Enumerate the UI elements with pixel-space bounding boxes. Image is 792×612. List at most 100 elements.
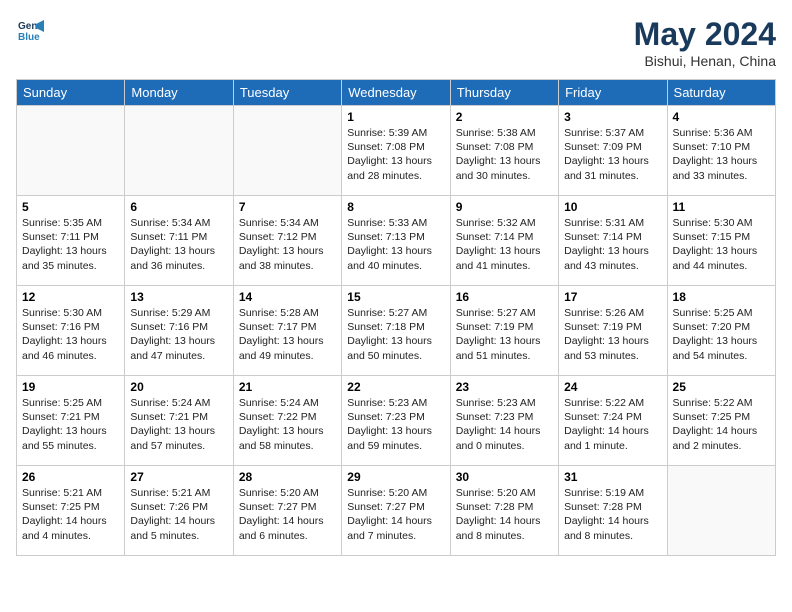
calendar-cell-4-7: 25 Sunrise: 5:22 AM Sunset: 7:25 PM Dayli… bbox=[667, 376, 775, 466]
header-friday: Friday bbox=[559, 80, 667, 106]
week-row-1: 1Sunrise: 5:39 AM Sunset: 7:08 PM Daylig… bbox=[17, 106, 776, 196]
calendar-cell-5-3: 28Sunrise: 5:20 AM Sunset: 7:27 PM Dayli… bbox=[233, 466, 341, 556]
calendar-cell-3-1: 12 Sunrise: 5:30 AM Sunset: 7:16 PM Dayli… bbox=[17, 286, 125, 376]
calendar-cell-5-2: 27 Sunrise: 5:21 AM Sunset: 7:26 PM Dayli… bbox=[125, 466, 233, 556]
day-number: 19 bbox=[22, 380, 119, 394]
calendar-cell-3-4: 15 Sunrise: 5:27 AM Sunset: 7:18 PM Dayli… bbox=[342, 286, 450, 376]
calendar-cell-1-6: 3 Sunrise: 5:37 AM Sunset: 7:09 PM Daylig… bbox=[559, 106, 667, 196]
day-info: Sunrise: 5:32 AM Sunset: 7:14 PM Dayligh… bbox=[456, 216, 553, 273]
day-info: Sunrise: 5:27 AM Sunset: 7:19 PM Dayligh… bbox=[456, 306, 553, 363]
day-number: 2 bbox=[456, 110, 553, 124]
day-number: 16 bbox=[456, 290, 553, 304]
calendar-cell-5-4: 29 Sunrise: 5:20 AM Sunset: 7:27 PM Dayli… bbox=[342, 466, 450, 556]
header-saturday: Saturday bbox=[667, 80, 775, 106]
day-number: 27 bbox=[130, 470, 227, 484]
day-info: Sunrise: 5:33 AM Sunset: 7:13 PM Dayligh… bbox=[347, 216, 444, 273]
day-info: Sunrise: 5:22 AM Sunset: 7:25 PM Dayligh… bbox=[673, 396, 770, 453]
day-number: 12 bbox=[22, 290, 119, 304]
day-info: Sunrise: 5:20 AM Sunset: 7:27 PM Dayligh… bbox=[347, 486, 444, 543]
day-number: 25 bbox=[673, 380, 770, 394]
day-number: 23 bbox=[456, 380, 553, 394]
header-monday: Monday bbox=[125, 80, 233, 106]
day-number: 18 bbox=[673, 290, 770, 304]
day-info: Sunrise: 5:20 AM Sunset: 7:28 PM Dayligh… bbox=[456, 486, 553, 543]
day-number: 1 bbox=[347, 110, 444, 124]
day-number: 14 bbox=[239, 290, 336, 304]
day-info: Sunrise: 5:23 AM Sunset: 7:23 PM Dayligh… bbox=[347, 396, 444, 453]
day-number: 6 bbox=[130, 200, 227, 214]
day-info: Sunrise: 5:23 AM Sunset: 7:23 PM Dayligh… bbox=[456, 396, 553, 453]
day-info: Sunrise: 5:31 AM Sunset: 7:14 PM Dayligh… bbox=[564, 216, 661, 273]
week-row-3: 12 Sunrise: 5:30 AM Sunset: 7:16 PM Dayli… bbox=[17, 286, 776, 376]
calendar-cell-4-3: 21 Sunrise: 5:24 AM Sunset: 7:22 PM Dayli… bbox=[233, 376, 341, 466]
header-tuesday: Tuesday bbox=[233, 80, 341, 106]
day-info: Sunrise: 5:37 AM Sunset: 7:09 PM Dayligh… bbox=[564, 126, 661, 183]
calendar-cell-3-2: 13 Sunrise: 5:29 AM Sunset: 7:16 PM Dayli… bbox=[125, 286, 233, 376]
day-number: 24 bbox=[564, 380, 661, 394]
header-thursday: Thursday bbox=[450, 80, 558, 106]
calendar-cell-4-6: 24 Sunrise: 5:22 AM Sunset: 7:24 PM Dayli… bbox=[559, 376, 667, 466]
day-info: Sunrise: 5:34 AM Sunset: 7:12 PM Dayligh… bbox=[239, 216, 336, 273]
calendar-cell-3-7: 18 Sunrise: 5:25 AM Sunset: 7:20 PM Dayli… bbox=[667, 286, 775, 376]
day-info: Sunrise: 5:22 AM Sunset: 7:24 PM Dayligh… bbox=[564, 396, 661, 453]
day-number: 17 bbox=[564, 290, 661, 304]
calendar-cell-2-4: 8 Sunrise: 5:33 AM Sunset: 7:13 PM Daylig… bbox=[342, 196, 450, 286]
day-info: Sunrise: 5:29 AM Sunset: 7:16 PM Dayligh… bbox=[130, 306, 227, 363]
calendar-cell-1-7: 4Sunrise: 5:36 AM Sunset: 7:10 PM Daylig… bbox=[667, 106, 775, 196]
calendar-cell-4-4: 22 Sunrise: 5:23 AM Sunset: 7:23 PM Dayli… bbox=[342, 376, 450, 466]
calendar-subtitle: Bishui, Henan, China bbox=[634, 53, 776, 69]
header-wednesday: Wednesday bbox=[342, 80, 450, 106]
day-info: Sunrise: 5:30 AM Sunset: 7:16 PM Dayligh… bbox=[22, 306, 119, 363]
calendar-cell-3-3: 14 Sunrise: 5:28 AM Sunset: 7:17 PM Dayli… bbox=[233, 286, 341, 376]
logo: General Blue bbox=[16, 16, 44, 44]
calendar-cell-2-6: 10 Sunrise: 5:31 AM Sunset: 7:14 PM Dayli… bbox=[559, 196, 667, 286]
day-info: Sunrise: 5:19 AM Sunset: 7:28 PM Dayligh… bbox=[564, 486, 661, 543]
day-info: Sunrise: 5:24 AM Sunset: 7:21 PM Dayligh… bbox=[130, 396, 227, 453]
calendar-cell-4-1: 19 Sunrise: 5:25 AM Sunset: 7:21 PM Dayli… bbox=[17, 376, 125, 466]
day-info: Sunrise: 5:25 AM Sunset: 7:20 PM Dayligh… bbox=[673, 306, 770, 363]
calendar-cell-1-2 bbox=[125, 106, 233, 196]
day-number: 21 bbox=[239, 380, 336, 394]
day-number: 15 bbox=[347, 290, 444, 304]
calendar-title: May 2024 bbox=[634, 16, 776, 53]
day-info: Sunrise: 5:34 AM Sunset: 7:11 PM Dayligh… bbox=[130, 216, 227, 273]
day-number: 20 bbox=[130, 380, 227, 394]
header-sunday: Sunday bbox=[17, 80, 125, 106]
day-info: Sunrise: 5:24 AM Sunset: 7:22 PM Dayligh… bbox=[239, 396, 336, 453]
day-info: Sunrise: 5:27 AM Sunset: 7:18 PM Dayligh… bbox=[347, 306, 444, 363]
day-info: Sunrise: 5:26 AM Sunset: 7:19 PM Dayligh… bbox=[564, 306, 661, 363]
calendar-cell-1-5: 2 Sunrise: 5:38 AM Sunset: 7:08 PM Daylig… bbox=[450, 106, 558, 196]
calendar-cell-3-6: 17 Sunrise: 5:26 AM Sunset: 7:19 PM Dayli… bbox=[559, 286, 667, 376]
calendar-cell-2-1: 5Sunrise: 5:35 AM Sunset: 7:11 PM Daylig… bbox=[17, 196, 125, 286]
calendar-cell-1-4: 1Sunrise: 5:39 AM Sunset: 7:08 PM Daylig… bbox=[342, 106, 450, 196]
logo-icon: General Blue bbox=[16, 16, 44, 44]
day-info: Sunrise: 5:21 AM Sunset: 7:26 PM Dayligh… bbox=[130, 486, 227, 543]
calendar-cell-2-3: 7Sunrise: 5:34 AM Sunset: 7:12 PM Daylig… bbox=[233, 196, 341, 286]
day-info: Sunrise: 5:21 AM Sunset: 7:25 PM Dayligh… bbox=[22, 486, 119, 543]
calendar-cell-2-5: 9 Sunrise: 5:32 AM Sunset: 7:14 PM Daylig… bbox=[450, 196, 558, 286]
day-number: 8 bbox=[347, 200, 444, 214]
day-info: Sunrise: 5:28 AM Sunset: 7:17 PM Dayligh… bbox=[239, 306, 336, 363]
calendar-cell-2-2: 6 Sunrise: 5:34 AM Sunset: 7:11 PM Daylig… bbox=[125, 196, 233, 286]
day-number: 28 bbox=[239, 470, 336, 484]
calendar-cell-5-1: 26 Sunrise: 5:21 AM Sunset: 7:25 PM Dayli… bbox=[17, 466, 125, 556]
day-info: Sunrise: 5:36 AM Sunset: 7:10 PM Dayligh… bbox=[673, 126, 770, 183]
day-number: 3 bbox=[564, 110, 661, 124]
calendar-cell-5-6: 31 Sunrise: 5:19 AM Sunset: 7:28 PM Dayli… bbox=[559, 466, 667, 556]
page-header: General Blue May 2024 Bishui, Henan, Chi… bbox=[16, 16, 776, 69]
day-number: 22 bbox=[347, 380, 444, 394]
day-number: 31 bbox=[564, 470, 661, 484]
day-number: 26 bbox=[22, 470, 119, 484]
day-number: 29 bbox=[347, 470, 444, 484]
day-info: Sunrise: 5:25 AM Sunset: 7:21 PM Dayligh… bbox=[22, 396, 119, 453]
day-number: 11 bbox=[673, 200, 770, 214]
day-info: Sunrise: 5:38 AM Sunset: 7:08 PM Dayligh… bbox=[456, 126, 553, 183]
calendar-cell-4-2: 20 Sunrise: 5:24 AM Sunset: 7:21 PM Dayli… bbox=[125, 376, 233, 466]
calendar-cell-2-7: 11 Sunrise: 5:30 AM Sunset: 7:15 PM Dayli… bbox=[667, 196, 775, 286]
day-number: 13 bbox=[130, 290, 227, 304]
day-info: Sunrise: 5:30 AM Sunset: 7:15 PM Dayligh… bbox=[673, 216, 770, 273]
day-number: 10 bbox=[564, 200, 661, 214]
week-row-4: 19 Sunrise: 5:25 AM Sunset: 7:21 PM Dayli… bbox=[17, 376, 776, 466]
day-number: 9 bbox=[456, 200, 553, 214]
day-number: 5 bbox=[22, 200, 119, 214]
